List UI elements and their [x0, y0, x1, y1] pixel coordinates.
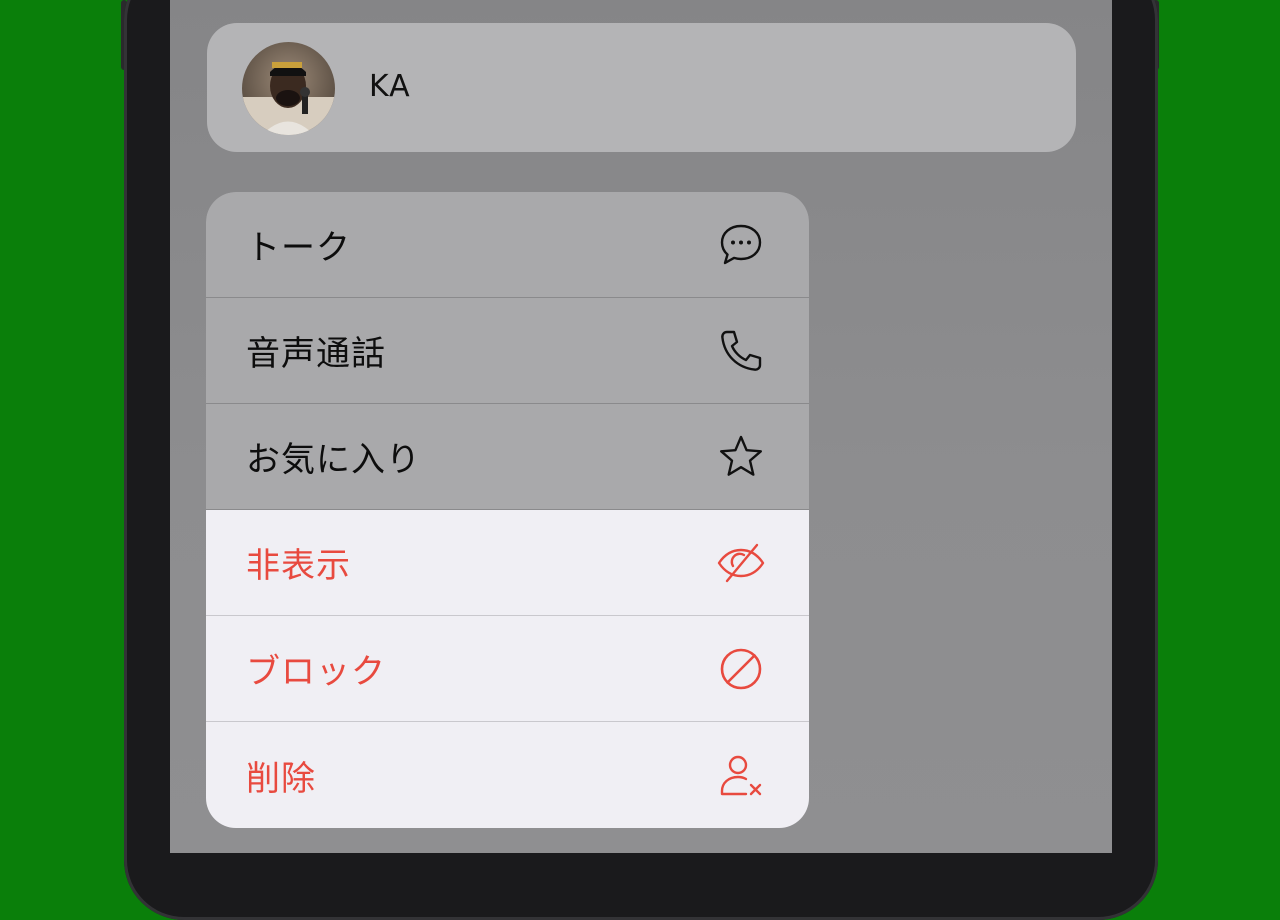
contact-card[interactable]: KA [207, 23, 1076, 152]
context-menu: トーク 音声通話 お気に入り 非表示 ブロック 削除 [206, 192, 809, 828]
phone-screen: KA トーク 音声通話 お気に入り 非表示 ブロック 削除 [170, 0, 1112, 853]
chat-bubble-icon [717, 221, 765, 269]
avatar [242, 42, 335, 135]
menu-item-label: 音声通話 [246, 334, 386, 374]
menu-item-label: お気に入り [246, 440, 421, 480]
menu-item-label: 非表示 [246, 546, 351, 586]
person-remove-icon [717, 751, 765, 799]
menu-item-label: トーク [246, 228, 351, 268]
block-icon [717, 645, 765, 693]
phone-icon [717, 327, 765, 375]
menu-item-label: ブロック [246, 652, 386, 692]
menu-item-label: 削除 [246, 758, 316, 799]
menu-item-delete[interactable]: 削除 [206, 722, 809, 828]
menu-item-favorite[interactable]: お気に入り [206, 404, 809, 510]
contact-name: KA [369, 69, 411, 104]
menu-item-voice-call[interactable]: 音声通話 [206, 298, 809, 404]
menu-item-talk[interactable]: トーク [206, 192, 809, 298]
star-icon [717, 433, 765, 481]
menu-item-block[interactable]: ブロック [206, 616, 809, 722]
menu-item-hide[interactable]: 非表示 [206, 510, 809, 616]
eye-slash-icon [717, 539, 765, 587]
